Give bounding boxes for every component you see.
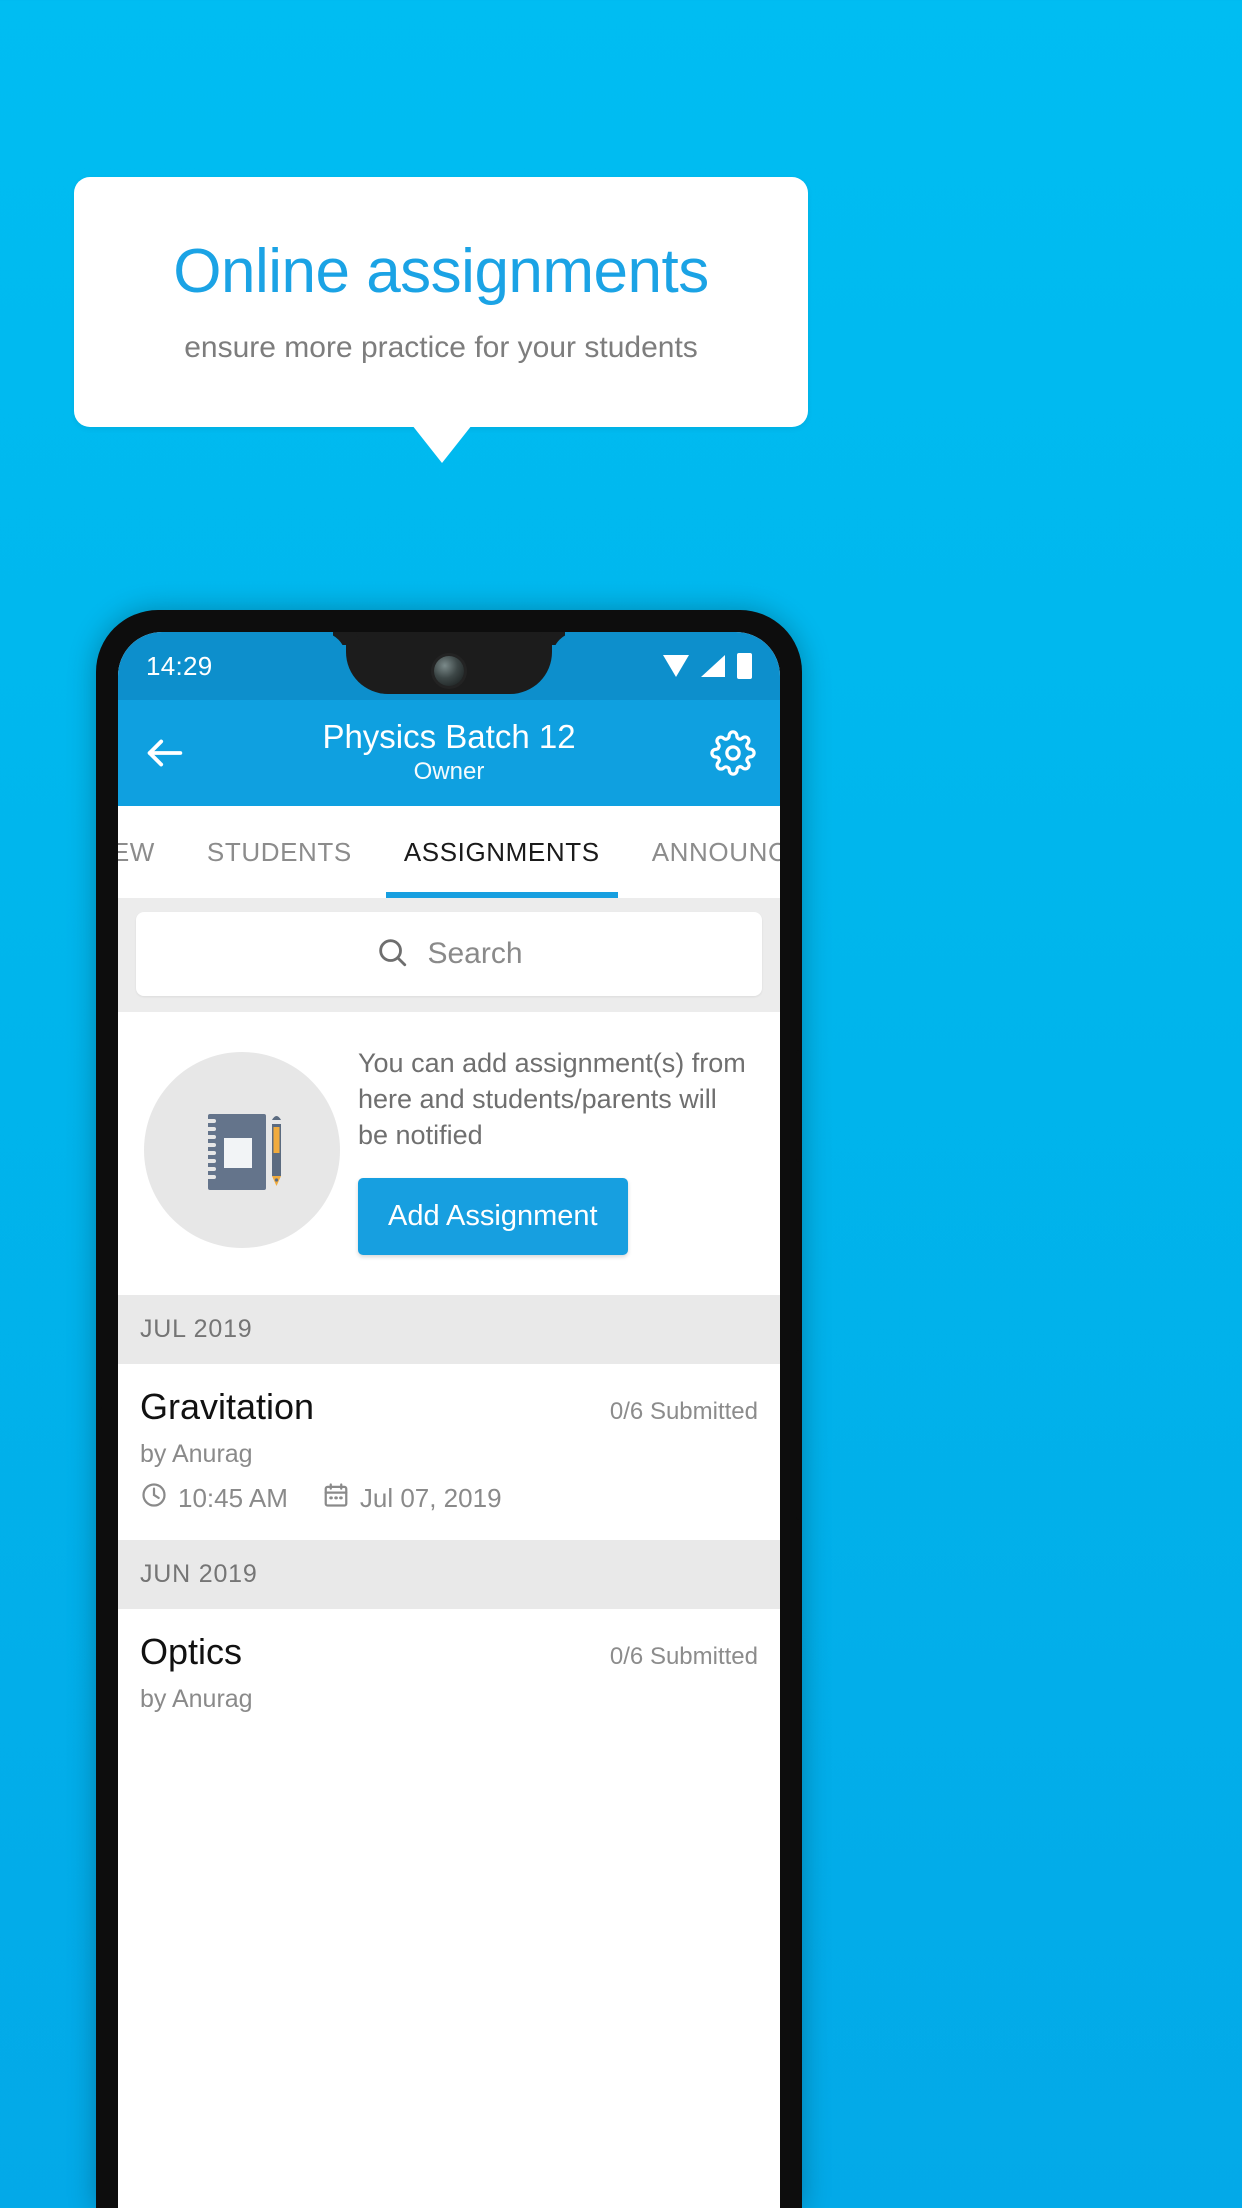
status-bar-icons <box>663 653 752 679</box>
promo-callout-card: Online assignments ensure more practice … <box>74 177 808 427</box>
assignment-row-header: Optics 0/6 Submitted <box>140 1631 758 1673</box>
assignment-time: 10:45 AM <box>178 1483 288 1514</box>
tab-assignments[interactable]: ASSIGNMENTS <box>378 806 626 898</box>
search-section: Search <box>118 898 780 1012</box>
promo-subtitle: ensure more practice for your students <box>184 330 698 364</box>
phone-volume-button[interactable] <box>796 1050 802 1162</box>
assignment-row-header: Gravitation 0/6 Submitted <box>140 1386 758 1428</box>
month-header-jul: JUL 2019 <box>118 1294 780 1364</box>
assignment-title: Gravitation <box>140 1385 315 1427</box>
assignment-row-gravitation[interactable]: Gravitation 0/6 Submitted by Anurag 10:4… <box>118 1363 780 1540</box>
empty-state-message: You can add assignment(s) from here and … <box>358 1048 746 1150</box>
add-assignment-button[interactable]: Add Assignment <box>358 1177 628 1255</box>
promo-title: Online assignments <box>173 237 709 307</box>
assignment-title: Optics <box>140 1630 243 1672</box>
tab-bar: IEW STUDENTS ASSIGNMENTS ANNOUNCEM <box>118 806 780 898</box>
month-header-jun: JUN 2019 <box>118 1539 780 1609</box>
front-camera-icon <box>434 656 464 686</box>
empty-state-card: You can add assignment(s) from here and … <box>118 1012 780 1295</box>
notebook-and-pen-icon <box>144 1052 340 1249</box>
app-bar: Physics Batch 12 Owner <box>118 700 780 806</box>
assignment-author: by Anurag <box>140 1439 253 1468</box>
empty-state-content: You can add assignment(s) from here and … <box>358 1046 754 1255</box>
tab-students[interactable]: STUDENTS <box>181 806 378 898</box>
search-input[interactable]: Search <box>136 912 762 996</box>
assignment-submitted-count: 0/6 Submitted <box>609 1642 758 1670</box>
phone-device-frame: 14:29 Physics Batch 12 Owner EW STUDENTS… <box>96 610 802 2208</box>
promo-callout-tail <box>412 425 472 463</box>
battery-icon <box>737 653 752 679</box>
status-bar-clock: 14:29 <box>146 650 213 681</box>
page-subtitle: Owner <box>413 757 485 785</box>
assignment-date: Jul 07, 2019 <box>359 1483 502 1514</box>
tab-overview[interactable]: IEW <box>118 806 181 898</box>
signal-icon <box>701 655 725 677</box>
back-arrow-icon[interactable] <box>142 730 188 776</box>
phone-power-button[interactable] <box>796 1350 802 1520</box>
search-icon <box>375 935 409 974</box>
page-title: Physics Batch 12 <box>322 717 576 755</box>
assignment-submitted-count: 0/6 Submitted <box>609 1397 758 1425</box>
search-placeholder: Search <box>427 937 523 970</box>
phone-screen: 14:29 Physics Batch 12 Owner EW STUDENTS… <box>118 632 780 2208</box>
assignment-meta: 10:45 AM Jul 07, 2019 <box>140 1481 758 1516</box>
clock-icon <box>140 1481 168 1516</box>
assignment-row-optics[interactable]: Optics 0/6 Submitted by Anurag <box>118 1608 780 1738</box>
calendar-icon <box>322 1481 350 1516</box>
tab-announcements[interactable]: ANNOUNCEM <box>626 806 780 898</box>
wifi-icon <box>663 655 689 677</box>
app-bar-title-group: Physics Batch 12 Owner <box>118 717 780 787</box>
phone-bezel: 14:29 Physics Batch 12 Owner EW STUDENTS… <box>118 632 780 2208</box>
assignment-author: by Anurag <box>140 1684 253 1713</box>
gear-icon[interactable] <box>710 730 756 776</box>
phone-assistant-button[interactable] <box>96 1210 102 1410</box>
